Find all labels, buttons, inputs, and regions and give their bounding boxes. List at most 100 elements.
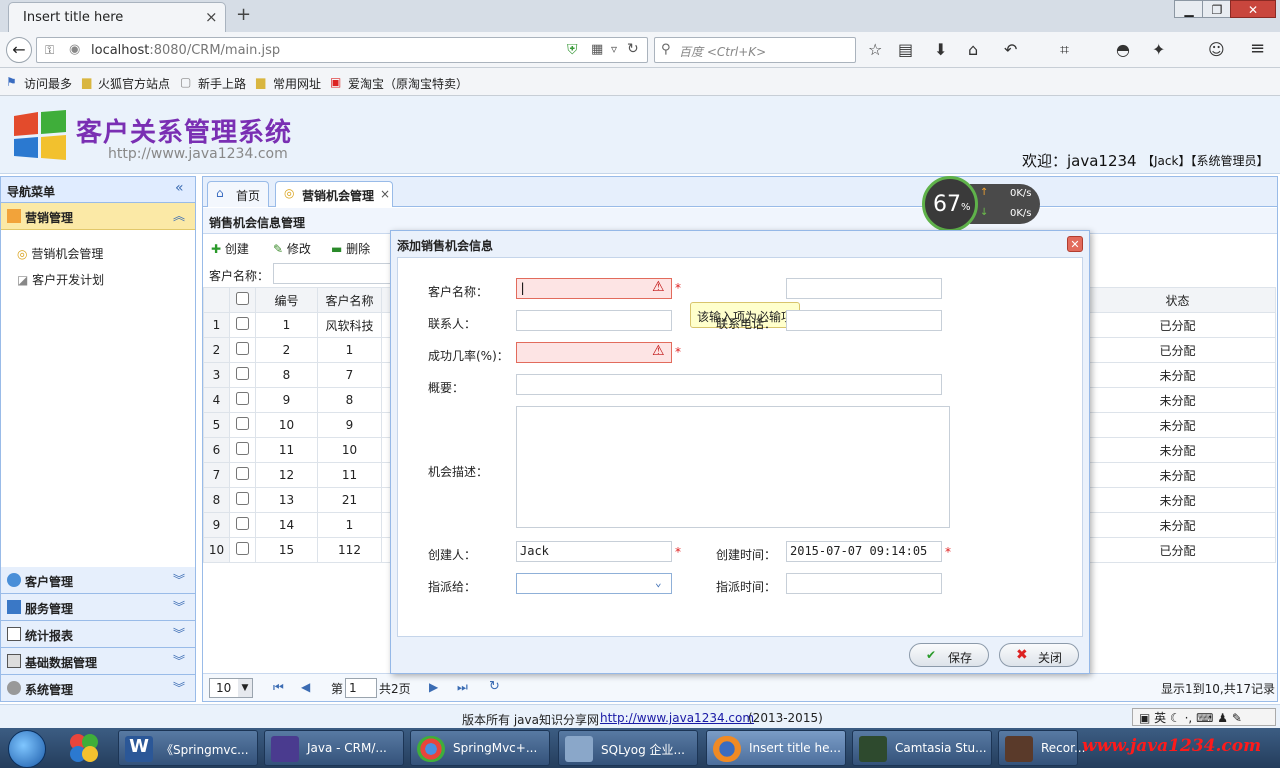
nav-panel-customer[interactable]: 客户管理 ︾ — [1, 567, 195, 594]
assign-to-select[interactable]: ⌄ — [516, 573, 672, 594]
back-button[interactable]: ← — [6, 37, 32, 63]
edit-button[interactable]: ✎ 修改 — [273, 240, 311, 257]
chevron-down-icon[interactable]: ︾ — [173, 598, 185, 615]
creator-input[interactable]: Jack — [516, 541, 672, 562]
reload-icon[interactable]: ↻ — [627, 41, 639, 57]
description-textarea[interactable] — [516, 406, 950, 528]
nav-panel-basedata[interactable]: 基础数据管理 ︾ — [1, 648, 195, 675]
column-header-customer[interactable]: 客户名称 — [317, 287, 382, 313]
row-checkbox[interactable] — [236, 442, 249, 455]
customer-name-input[interactable]: | — [516, 278, 672, 299]
browser-tab[interactable]: Insert title here × — [8, 2, 226, 32]
pinwheel-app-icon[interactable] — [62, 732, 106, 764]
delete-button[interactable]: ▬ 删除 — [331, 240, 370, 257]
row-checkbox[interactable] — [236, 342, 249, 355]
task-word[interactable]: W 《Springmvc... — [118, 730, 258, 766]
nav-item-development-plan[interactable]: ◪ 客户开发计划 — [17, 271, 104, 288]
download-icon[interactable]: ⬇ — [934, 40, 947, 59]
nav-panel-reports[interactable]: 统计报表 ︾ — [1, 621, 195, 648]
customer-search-input[interactable] — [273, 263, 393, 284]
row-checkbox[interactable] — [236, 367, 249, 380]
row-checkbox[interactable] — [236, 417, 249, 430]
last-page-icon[interactable]: ⏭ — [457, 680, 468, 695]
crop-icon[interactable]: ⌗ — [1060, 40, 1069, 60]
page-size-select[interactable]: 10 ▼ — [209, 678, 253, 698]
extension-icon[interactable]: ✦ — [1152, 40, 1165, 59]
tab-close-icon[interactable]: × — [205, 8, 218, 26]
search-box[interactable]: ⚲ 百度 <Ctrl+K> — [654, 37, 856, 63]
bookmark-firefox[interactable]: 火狐官方站点 — [98, 75, 170, 92]
customer-name-extra-input[interactable] — [786, 278, 942, 299]
column-header-id[interactable]: 编号 — [255, 287, 318, 313]
star-icon[interactable]: ☆ — [868, 40, 882, 59]
window-close-button[interactable]: ✕ — [1230, 0, 1276, 18]
shield-icon[interactable]: ⛨ — [567, 42, 578, 58]
menu-icon[interactable]: ≡ — [1250, 38, 1265, 59]
prev-page-icon[interactable]: ◀ — [301, 680, 310, 694]
row-checkbox[interactable] — [236, 467, 249, 480]
page-number-input[interactable]: 1 — [345, 678, 377, 698]
column-header-status[interactable]: 状态 — [1079, 287, 1276, 313]
ime-toolbar[interactable]: ▣ 英 ☾ ·, ⌨ ♟ ✎ — [1132, 708, 1276, 726]
close-button[interactable]: ✖ 关闭 — [999, 643, 1079, 667]
tab-opportunity[interactable]: ◎ 营销机会管理 × — [275, 181, 393, 207]
nav-item-opportunity[interactable]: ◎ 营销机会管理 — [17, 245, 103, 262]
chevron-down-icon[interactable]: ︾ — [173, 652, 185, 669]
footer-link[interactable]: http://www.java1234.com — [600, 711, 754, 725]
pencil-icon: ✎ — [273, 242, 284, 256]
bookmark-common[interactable]: 常用网址 — [273, 75, 321, 92]
dialog-close-icon[interactable]: ✕ — [1067, 236, 1083, 252]
row-checkbox[interactable] — [236, 517, 249, 530]
next-page-icon[interactable]: ▶ — [429, 680, 438, 694]
refresh-icon[interactable]: ↻ — [489, 679, 500, 694]
create-button[interactable]: ✚ 创建 — [211, 240, 249, 257]
success-rate-input[interactable] — [516, 342, 672, 363]
undo-icon[interactable]: ↶ — [1004, 40, 1017, 59]
chevron-up-icon[interactable]: ︽ — [173, 207, 185, 224]
chevron-down-icon[interactable]: ︾ — [173, 679, 185, 696]
nav-panel-service[interactable]: 服务管理 ︾ — [1, 594, 195, 621]
summary-input[interactable] — [516, 374, 942, 395]
bookmark-getting-started[interactable]: 新手上路 — [198, 75, 246, 92]
row-checkbox[interactable] — [236, 392, 249, 405]
bookmark-taobao[interactable]: 爱淘宝（原淘宝特卖） — [348, 75, 468, 92]
start-button[interactable] — [8, 730, 46, 768]
reading-list-icon[interactable]: ▤ — [898, 40, 913, 59]
dropdown-icon[interactable]: ▿ — [611, 42, 617, 56]
contact-input[interactable] — [516, 310, 672, 331]
home-icon[interactable]: ⌂ — [968, 40, 978, 59]
minimize-button[interactable]: ▁ — [1174, 0, 1204, 18]
task-camtasia[interactable]: Camtasia Stu... — [852, 730, 992, 766]
task-recorder[interactable]: Recor... — [998, 730, 1085, 766]
row-checkbox[interactable] — [236, 542, 249, 555]
tab-close-icon[interactable]: × — [380, 187, 390, 201]
bookmark-most-visited[interactable]: 访问最多 — [24, 75, 72, 92]
nav-panel-marketing[interactable]: 营销管理 ︽ — [1, 203, 195, 230]
task-firefox[interactable]: Insert title he... — [706, 730, 846, 766]
task-chrome[interactable]: SpringMvc+... — [410, 730, 550, 766]
row-select — [229, 537, 256, 563]
row-checkbox[interactable] — [236, 317, 249, 330]
row-checkbox[interactable] — [236, 492, 249, 505]
first-page-icon[interactable]: ⏮ — [273, 680, 284, 695]
network-speed-widget[interactable]: ↑ 0K/s ↓ 0K/s 67 % — [922, 176, 1040, 232]
chevron-down-icon[interactable]: ︾ — [173, 571, 185, 588]
chevron-down-icon[interactable]: ︾ — [173, 625, 185, 642]
tab-home[interactable]: ⌂ 首页 — [207, 181, 269, 207]
select-all-checkbox[interactable] — [236, 292, 249, 305]
qr-icon[interactable]: ▦ — [591, 42, 603, 57]
create-time-input[interactable]: 2015-07-07 09:14:05 — [786, 541, 942, 562]
chat-icon[interactable]: ◓ — [1116, 40, 1130, 59]
task-eclipse[interactable]: Java - CRM/... — [264, 730, 404, 766]
nav-panel-system[interactable]: 系统管理 ︾ — [1, 675, 195, 702]
task-sqlyog[interactable]: SQLyog 企业... — [558, 730, 698, 766]
maximize-button[interactable]: ❐ — [1202, 0, 1232, 18]
address-bar[interactable]: ⚿ ◉ localhost:8080/CRM/main.jsp ⛨ ▦ ▿ ↻ — [36, 37, 648, 63]
save-button[interactable]: ✔ 保存 — [909, 643, 989, 667]
smiley-icon[interactable]: ☺ — [1208, 40, 1225, 59]
assign-time-input[interactable] — [786, 573, 942, 594]
nav-collapse-icon[interactable]: « — [175, 180, 184, 196]
new-tab-button[interactable]: + — [236, 4, 251, 25]
moon-icon: ☾ — [1170, 711, 1181, 725]
phone-input[interactable] — [786, 310, 942, 331]
